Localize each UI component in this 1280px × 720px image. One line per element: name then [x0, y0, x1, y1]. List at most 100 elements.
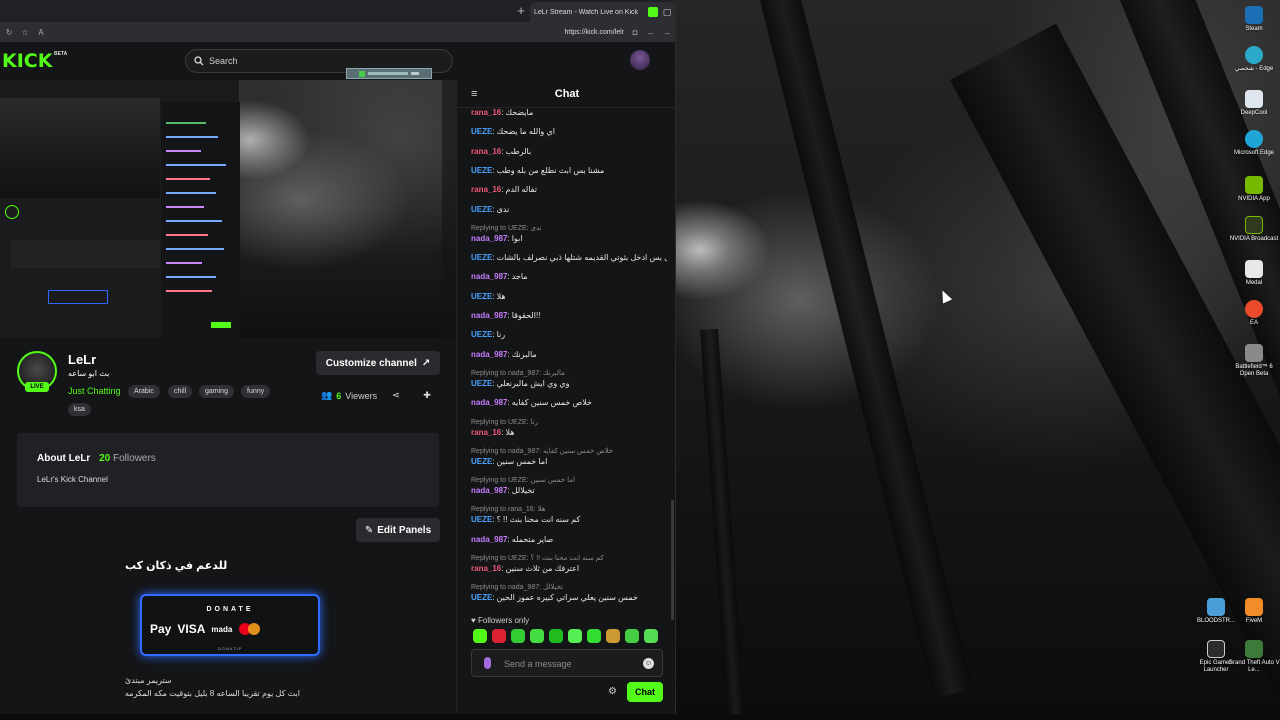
chat-text: صاير متحمله	[511, 534, 554, 544]
tag-funny[interactable]: funny	[241, 385, 271, 398]
chat-username[interactable]: UEZE	[471, 253, 492, 262]
emote-button[interactable]	[492, 629, 506, 643]
restore-window-icon[interactable]: ▢	[662, 7, 672, 18]
desktop-icon-fivem[interactable]: FiveM	[1228, 598, 1280, 625]
donate-label: DONATE	[206, 606, 254, 613]
chat-username[interactable]: UEZE	[471, 457, 492, 466]
new-tab-button[interactable]: +	[514, 4, 528, 18]
reload-icon[interactable]: ↻	[4, 28, 14, 37]
chat-username[interactable]: UEZE	[471, 515, 492, 524]
desktop-icon-edge-personal[interactable]: شخصي - Edge	[1228, 46, 1280, 73]
edit-panels-button[interactable]: ✎ Edit Panels	[356, 518, 440, 542]
desktop-icon-microsoft-edge[interactable]: Microsoft Edge	[1228, 130, 1280, 157]
chat-text: خمس سنين يعلي سراتي كبيره عموز الحين	[496, 593, 638, 603]
chat-settings-icon[interactable]: ⚙	[608, 686, 617, 697]
chat-reply-context[interactable]: Replying to UEZE: رنا	[471, 418, 538, 426]
viewers-number: 6	[336, 390, 342, 401]
chat-username[interactable]: nada_987	[471, 350, 507, 359]
desktop-icon-nvidia-broadcast[interactable]: NVIDIA Broadcast	[1228, 216, 1280, 243]
emote-button[interactable]	[644, 629, 658, 643]
about-title: About LeLr	[37, 453, 91, 464]
chat-username[interactable]: nada_987	[471, 272, 507, 281]
emote-button[interactable]	[549, 629, 563, 643]
customize-channel-button[interactable]: Customize channel ↗	[316, 351, 440, 375]
channel-name[interactable]: LeLr	[68, 352, 96, 367]
desktop-icon-nvidia-app[interactable]: NVIDIA App	[1228, 176, 1280, 203]
category-link[interactable]: Just Chatting	[68, 386, 121, 396]
emote-button[interactable]	[511, 629, 525, 643]
emote-button[interactable]	[473, 629, 487, 643]
send-chat-button[interactable]: Chat	[627, 682, 663, 702]
emote-button[interactable]	[587, 629, 601, 643]
desktop-icon-medal[interactable]: Medal	[1228, 260, 1280, 287]
add-user-icon[interactable]: ✚	[422, 390, 432, 400]
panel-text-line: ستريمر مبتدئ	[125, 676, 172, 685]
tab-kick[interactable]: LeLr Stream - Watch Live on Kick ▢	[530, 2, 675, 22]
emote-bar	[473, 629, 658, 643]
tag-gaming[interactable]: gaming	[199, 385, 234, 398]
desktop-icon-battlefield[interactable]: Battlefield™ 6 Open Beta	[1228, 344, 1280, 378]
chat-username[interactable]: rana_16	[471, 428, 501, 437]
chat-username[interactable]: nada_987	[471, 234, 507, 243]
favorites-icon[interactable]: ☆	[20, 28, 30, 37]
url-field[interactable]: https://kick.com/lelr	[564, 29, 624, 36]
chat-message: nada_987: صاير متحمله	[471, 535, 667, 545]
chat-username[interactable]: nada_987	[471, 398, 507, 407]
chat-reply-context[interactable]: Replying to nada_987: تخيلالل	[471, 583, 563, 591]
microphone-icon[interactable]	[484, 657, 491, 669]
chat-username[interactable]: UEZE	[471, 127, 492, 136]
emote-button[interactable]	[530, 629, 544, 643]
chat-message: UEZE: وي وي ايش مالبرنعلي	[471, 379, 667, 389]
chat-username[interactable]: UEZE	[471, 593, 492, 602]
share-icon[interactable]: ⋖	[391, 390, 401, 400]
chat-username[interactable]: nada_987	[471, 535, 507, 544]
chat-title: Chat	[554, 88, 580, 100]
chat-username[interactable]: UEZE	[471, 330, 492, 339]
chat-username[interactable]: rana_16	[471, 108, 501, 117]
chat-username[interactable]: UEZE	[471, 292, 492, 301]
chat-username[interactable]: nada_987	[471, 311, 507, 320]
chat-reply-context[interactable]: Replying to UEZE: كم سنه انت محنا بنث !!…	[471, 554, 604, 562]
back-icon[interactable]: ←	[646, 28, 656, 37]
user-avatar[interactable]	[630, 50, 650, 70]
tag-ksa[interactable]: ksa	[68, 403, 91, 416]
chat-reply-context[interactable]: Replying to UEZE: اما خمس سنين	[471, 476, 575, 484]
chat-input[interactable]: Send a message ☺	[471, 649, 663, 677]
search-icon	[194, 56, 204, 66]
viewers-label: Viewers	[345, 390, 378, 401]
chat-message: rana_16: اعترفك من ثلاث سنين	[471, 564, 667, 574]
forward-icon[interactable]: →	[662, 28, 672, 37]
chat-reply-context[interactable]: Replying to UEZE: ندى	[471, 224, 542, 232]
chat-reply-context[interactable]: Replying to rana_16: هلا	[471, 505, 545, 513]
chat-reply-context[interactable]: Replying to nada_987: مالبرنك	[471, 369, 565, 377]
desktop-icon-deepcool[interactable]: DeepCool	[1228, 90, 1280, 117]
viewers-icon: 👥	[321, 390, 333, 400]
read-aloud-icon[interactable]: A	[36, 28, 46, 37]
video-player[interactable]	[0, 80, 456, 338]
chat-scrollbar[interactable]	[671, 500, 674, 620]
chat-username[interactable]: UEZE	[471, 166, 492, 175]
donate-banner[interactable]: DONATE Pay VISA mada DONATIP	[140, 594, 320, 656]
chat-username[interactable]: rana_16	[471, 147, 501, 156]
desktop-icon-ea[interactable]: EA	[1228, 300, 1280, 327]
chat-username[interactable]: rana_16	[471, 185, 501, 194]
desktop-icon-gta[interactable]: Grand Theft Auto V Le...	[1228, 640, 1280, 674]
chat-username[interactable]: rana_16	[471, 564, 501, 573]
chat-username[interactable]: UEZE	[471, 205, 492, 214]
chat-text: الحقوقا!!	[511, 311, 541, 320]
emote-button[interactable]	[606, 629, 620, 643]
followers-label: Followers	[113, 453, 156, 464]
desktop-icon-label: FiveM	[1245, 618, 1263, 624]
emote-button[interactable]	[625, 629, 639, 643]
chat-username[interactable]: UEZE	[471, 379, 492, 388]
chat-username[interactable]: nada_987	[471, 486, 507, 495]
emote-button[interactable]	[568, 629, 582, 643]
deepcool-icon	[1245, 90, 1263, 108]
kick-logo[interactable]: KICK	[2, 50, 52, 72]
tag-chill[interactable]: chill	[168, 385, 193, 398]
desktop-icon-steam[interactable]: Steam	[1228, 6, 1280, 33]
ea-icon	[1245, 300, 1263, 318]
tag-arabic[interactable]: Arabic	[128, 385, 160, 398]
emoji-icon[interactable]: ☺	[643, 658, 654, 669]
chat-reply-context[interactable]: Replying to nada_987: خلاص خمس سنين كفاي…	[471, 447, 613, 455]
